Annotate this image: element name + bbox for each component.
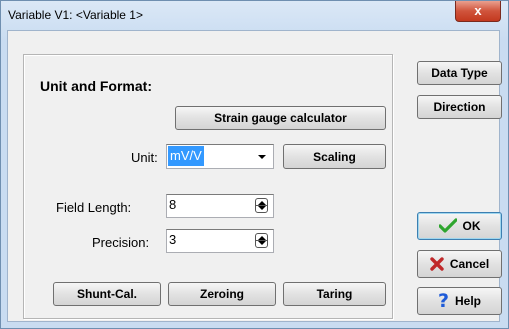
close-button[interactable]: x — [455, 1, 501, 22]
precision-label: Precision: — [92, 235, 150, 250]
chevron-down-icon[interactable] — [258, 155, 266, 159]
unit-combobox[interactable]: mV/V — [166, 144, 274, 169]
data-type-button[interactable]: Data Type — [417, 61, 502, 85]
check-icon — [437, 218, 458, 234]
scaling-button[interactable]: Scaling — [283, 144, 386, 169]
close-icon: x — [474, 3, 482, 18]
zeroing-label: Zeroing — [200, 287, 244, 301]
unit-format-heading: Unit and Format: — [40, 78, 152, 94]
zeroing-button[interactable]: Zeroing — [168, 282, 276, 306]
question-icon: ? — [437, 289, 449, 312]
spin-updown-icon[interactable] — [255, 233, 268, 248]
direction-label: Direction — [433, 100, 486, 114]
taring-label: Taring — [316, 287, 353, 301]
scaling-label: Scaling — [313, 149, 356, 164]
strain-gauge-calculator-label: Strain gauge calculator — [214, 111, 347, 125]
window-title: Variable V1: <Variable 1> — [8, 8, 143, 22]
field-length-label: Field Length: — [56, 200, 132, 215]
x-icon — [430, 257, 444, 271]
taring-button[interactable]: Taring — [283, 282, 386, 306]
ok-button[interactable]: OK — [417, 212, 502, 240]
title-bar[interactable]: Variable V1: <Variable 1> x — [1, 1, 508, 31]
cancel-label: Cancel — [449, 257, 490, 271]
field-length-value: 8 — [169, 197, 177, 212]
cancel-button[interactable]: Cancel — [417, 250, 502, 278]
strain-gauge-calculator-button[interactable]: Strain gauge calculator — [175, 106, 386, 130]
shunt-cal-button[interactable]: Shunt-Cal. — [53, 282, 161, 306]
ok-label: OK — [462, 219, 481, 233]
data-type-label: Data Type — [431, 66, 488, 80]
precision-spinbox[interactable]: 3 — [166, 229, 274, 253]
spin-updown-icon[interactable] — [255, 198, 268, 213]
field-length-spinbox[interactable]: 8 — [166, 194, 274, 218]
shunt-cal-label: Shunt-Cal. — [77, 287, 137, 301]
precision-value: 3 — [169, 232, 177, 247]
help-button[interactable]: ? Help — [417, 287, 502, 315]
help-label: Help — [455, 294, 482, 308]
direction-button[interactable]: Direction — [417, 95, 502, 119]
unit-selected-value: mV/V — [168, 146, 204, 166]
unit-label: Unit: — [131, 150, 158, 165]
